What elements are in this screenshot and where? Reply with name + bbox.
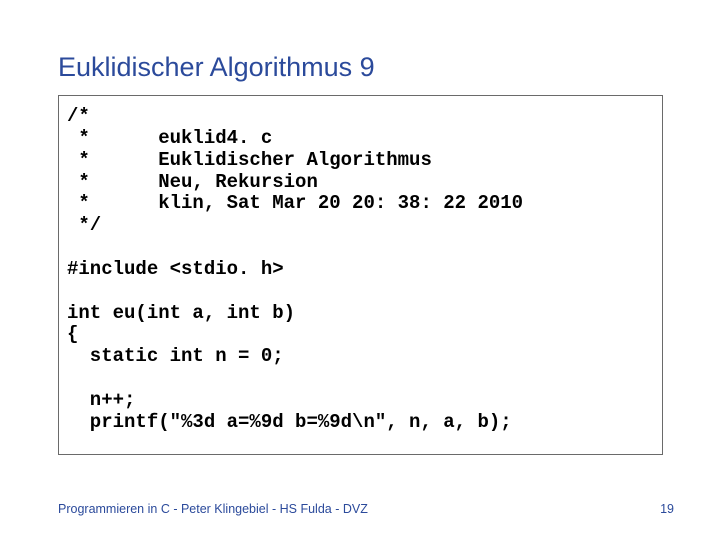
code-box: /* * euklid4. c * Euklidischer Algorithm…	[58, 95, 663, 455]
code-listing: /* * euklid4. c * Euklidischer Algorithm…	[67, 106, 654, 434]
page-number: 19	[660, 502, 674, 516]
slide-title: Euklidischer Algorithmus 9	[58, 52, 666, 83]
footer-text: Programmieren in C - Peter Klingebiel - …	[58, 502, 368, 516]
slide: Euklidischer Algorithmus 9 /* * euklid4.…	[0, 0, 720, 540]
